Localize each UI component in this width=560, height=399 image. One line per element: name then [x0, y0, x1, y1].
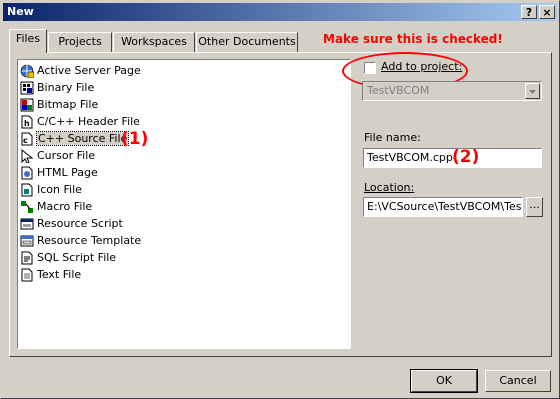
annotation-step-1: (1)	[121, 129, 149, 149]
svg-text:c: c	[23, 136, 28, 145]
tab-files[interactable]: Files	[9, 29, 47, 53]
tab-other-documents[interactable]: Other Documents	[196, 32, 298, 52]
window-title: New	[7, 5, 34, 18]
macro-icon	[20, 200, 34, 214]
list-item-resource-script[interactable]: Resource Script	[20, 216, 123, 232]
text-file-icon	[20, 268, 34, 282]
source-file-icon: c	[20, 132, 34, 146]
ok-button[interactable]: OK	[410, 369, 478, 393]
list-item-cpp-source-file[interactable]: c C++ Source File	[20, 131, 130, 147]
list-item-active-server-page[interactable]: Active Server Page	[20, 63, 141, 79]
list-item-macro-file[interactable]: Macro File	[20, 199, 92, 215]
tab-projects[interactable]: Projects	[48, 32, 112, 52]
list-item-bitmap-file[interactable]: Bitmap File	[20, 97, 98, 113]
new-dialog: New ? × Files Projects Workspaces Other …	[0, 0, 560, 399]
tab-workspaces[interactable]: Workspaces	[113, 32, 195, 52]
location-input[interactable]: E:\VCSource\TestVBCOM\Test	[363, 197, 523, 217]
chevron-down-icon[interactable]	[525, 83, 540, 99]
list-item-sql-script-file[interactable]: SQL Script File	[20, 250, 116, 266]
annotation-checkbox-note: Make sure this is checked!	[323, 32, 503, 46]
list-item-resource-template[interactable]: Resource Template	[20, 233, 141, 249]
add-to-project-checkbox[interactable]	[364, 62, 376, 74]
list-item-text-file[interactable]: Text File	[20, 267, 81, 283]
resource-template-icon	[20, 234, 34, 248]
bitmap-icon	[20, 98, 34, 112]
close-button[interactable]: ×	[539, 5, 555, 19]
list-item-binary-file[interactable]: Binary File	[20, 80, 94, 96]
project-select[interactable]: TestVBCOM	[362, 81, 542, 101]
location-label: Location:	[364, 181, 415, 194]
header-file-icon: h	[20, 115, 34, 129]
list-item-html-page[interactable]: HTML Page	[20, 165, 98, 181]
icon-file-icon	[20, 183, 34, 197]
file-name-label: File name:	[364, 131, 421, 144]
cancel-button[interactable]: Cancel	[485, 370, 551, 392]
list-item-header-file[interactable]: h C/C++ Header File	[20, 114, 140, 130]
sql-script-icon	[20, 251, 34, 265]
add-to-project-label: Add to project:	[381, 60, 463, 73]
cursor-icon	[20, 148, 34, 164]
title-bar[interactable]: New ? ×	[3, 3, 557, 21]
annotation-step-2: (2)	[452, 147, 480, 167]
list-item-cursor-file[interactable]: Cursor File	[20, 148, 95, 164]
binary-file-icon	[20, 81, 34, 95]
html-page-icon	[20, 166, 34, 180]
project-select-value: TestVBCOM	[367, 84, 430, 97]
asp-icon	[20, 64, 35, 79]
file-type-list[interactable]: Active Server Page Binary File Bitmap Fi…	[17, 59, 351, 349]
browse-button[interactable]: ...	[526, 197, 543, 217]
svg-text:h: h	[24, 119, 30, 128]
help-button[interactable]: ?	[521, 5, 537, 19]
resource-script-icon	[20, 217, 34, 231]
list-item-icon-file[interactable]: Icon File	[20, 182, 82, 198]
